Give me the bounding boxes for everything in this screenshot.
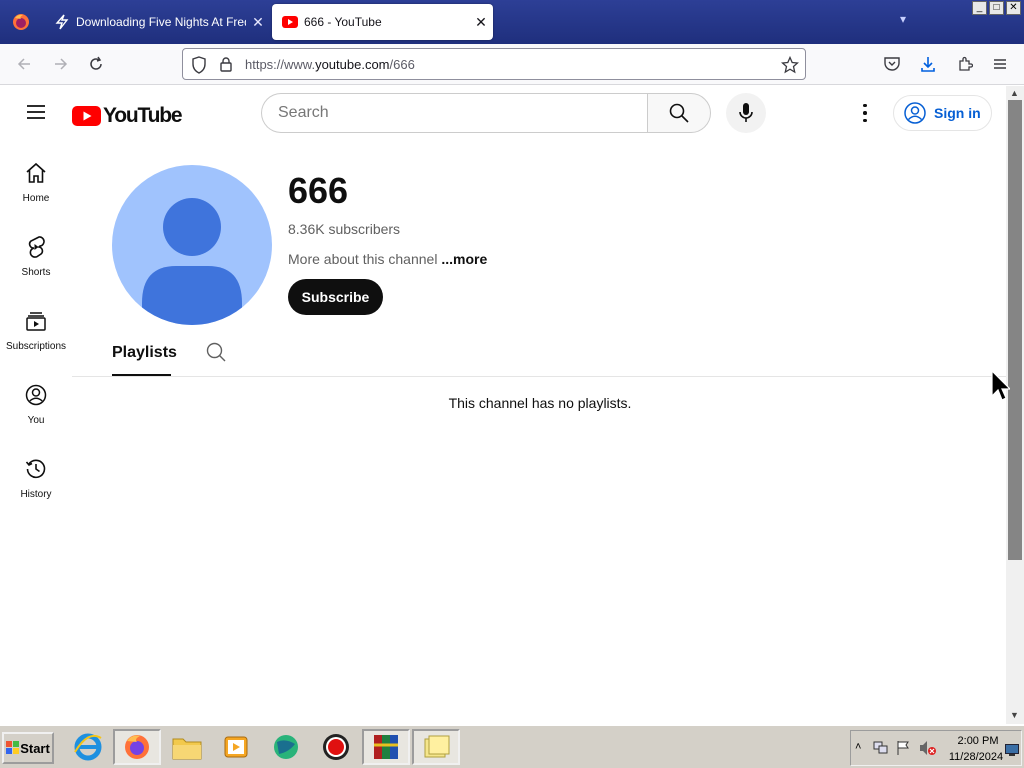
empty-playlists-message: This channel has no playlists.	[448, 395, 632, 411]
youtube-play-icon	[72, 106, 101, 126]
volume-muted-icon[interactable]	[919, 740, 937, 761]
account-circle-icon	[904, 102, 926, 124]
tab-playlists[interactable]: Playlists	[112, 344, 177, 376]
sidebar-item-label: Shorts	[21, 267, 51, 278]
sidebar-item-label: History	[20, 489, 52, 500]
youtube-page: YouTube Search Sign in Home Shorts Subsc…	[0, 86, 1006, 724]
tab-title: Downloading Five Nights At Freddy	[76, 15, 246, 29]
channel-search-icon[interactable]	[206, 342, 226, 367]
extensions-icon[interactable]	[955, 54, 975, 74]
mouse-cursor-icon	[990, 369, 1012, 407]
winrar-icon[interactable]	[362, 729, 410, 765]
search-box: Search	[261, 93, 711, 133]
pocket-icon[interactable]	[882, 54, 902, 74]
media-player-icon[interactable]	[212, 729, 260, 765]
tab-close-icon[interactable]: ✕	[246, 14, 270, 31]
close-window-button[interactable]: ✕	[1006, 1, 1021, 15]
windows-logo-icon	[6, 741, 20, 754]
show-hidden-icons-icon[interactable]: ˄	[855, 741, 861, 753]
sidebar-item-label: Home	[22, 193, 50, 204]
channel-avatar	[112, 165, 272, 325]
search-button[interactable]	[647, 93, 711, 133]
home-icon	[0, 161, 72, 185]
search-icon	[669, 103, 689, 123]
tracking-shield-icon[interactable]	[191, 56, 207, 79]
tab-close-icon[interactable]: ✕	[469, 14, 493, 31]
clock-date[interactable]: 11/28/2024	[945, 751, 1007, 763]
tab-downloading-fnaf[interactable]: Downloading Five Nights At Freddy ✕	[44, 4, 270, 40]
subscriber-count: 8.36K subscribers	[288, 221, 401, 237]
scroll-up-icon[interactable]: ▲	[1010, 88, 1019, 98]
sidebar-item-label: You	[27, 415, 45, 426]
back-arrow-icon[interactable]	[14, 54, 34, 74]
sidebar-item-label: Subscriptions	[5, 341, 67, 352]
sticky-notes-icon[interactable]	[412, 729, 460, 765]
bookmark-star-icon[interactable]	[780, 55, 800, 79]
channel-about-link[interactable]: More about this channel ...more	[288, 251, 487, 267]
microphone-icon	[739, 103, 753, 122]
url-text: https://www.youtube.com/666	[245, 57, 415, 72]
minimize-button[interactable]: _	[972, 1, 987, 15]
reload-icon[interactable]	[86, 54, 106, 74]
sidebar-item-shorts[interactable]: Shorts	[0, 235, 72, 309]
tabs-divider	[72, 376, 1006, 377]
system-tray: ˄ 2:00 PM 11/28/2024	[850, 730, 1022, 766]
youtube-favicon-icon	[282, 14, 298, 30]
sidebar-item-history[interactable]: History	[0, 457, 72, 531]
browser-nav-bar: https://www.youtube.com/666	[0, 44, 1024, 85]
sign-in-button[interactable]: Sign in	[893, 95, 992, 131]
show-desktop-icon[interactable]	[1005, 743, 1019, 761]
firefox-taskbar-icon[interactable]	[113, 729, 161, 765]
url-bar[interactable]: https://www.youtube.com/666	[182, 48, 806, 80]
youtube-logo[interactable]: YouTube	[72, 104, 183, 128]
more-link[interactable]: ...more	[441, 251, 487, 267]
tab-title: 666 - YouTube	[304, 15, 382, 29]
youtube-wordmark: YouTube	[103, 104, 183, 127]
screen-recorder-icon[interactable]	[312, 729, 360, 765]
firefox-view-button[interactable]	[0, 0, 42, 44]
channel-name: 666	[288, 170, 349, 211]
scroll-down-icon[interactable]: ▼	[1010, 710, 1019, 720]
network-icon[interactable]	[873, 740, 889, 761]
subscriptions-icon	[0, 309, 72, 333]
bolt-icon	[54, 14, 70, 30]
action-center-flag-icon[interactable]	[895, 740, 911, 761]
sidebar-item-home[interactable]: Home	[0, 161, 72, 235]
globe-app-icon[interactable]	[262, 729, 310, 765]
internet-explorer-icon[interactable]	[64, 729, 112, 765]
voice-search-button[interactable]	[726, 93, 766, 133]
scrollbar-thumb[interactable]	[1008, 100, 1022, 560]
search-input[interactable]: Search	[261, 93, 648, 133]
tab-youtube-666[interactable]: 666 - YouTube ✕	[272, 4, 493, 40]
guide-menu-icon[interactable]	[26, 104, 46, 125]
settings-kebab-icon[interactable]	[856, 102, 874, 124]
start-button[interactable]: Start	[2, 732, 54, 764]
firefox-icon	[13, 14, 29, 30]
clock-time[interactable]: 2:00 PM	[953, 735, 1003, 747]
windows-taskbar: Start ˄ 2:00 PM 11/28/2024	[0, 724, 1024, 768]
subscribe-button[interactable]: Subscribe	[288, 279, 383, 315]
start-label: Start	[20, 740, 50, 756]
sidebar-item-subscriptions[interactable]: Subscriptions	[0, 309, 72, 383]
history-icon	[0, 457, 72, 481]
about-text: More about this channel	[288, 251, 438, 267]
tab-label: Playlists	[112, 344, 177, 361]
shorts-icon	[0, 235, 72, 259]
restore-button[interactable]: □	[989, 1, 1004, 15]
default-avatar-icon	[142, 198, 242, 325]
downloads-icon[interactable]	[918, 54, 938, 74]
forward-arrow-icon[interactable]	[51, 54, 71, 74]
app-menu-icon[interactable]	[990, 54, 1010, 74]
browser-tab-bar: Downloading Five Nights At Freddy ✕ 666 …	[0, 0, 1024, 44]
lock-icon[interactable]	[219, 56, 233, 77]
tab-list-chevron-icon[interactable]: ▾	[900, 12, 906, 26]
sign-in-label: Sign in	[934, 105, 981, 121]
file-explorer-icon[interactable]	[163, 729, 211, 765]
